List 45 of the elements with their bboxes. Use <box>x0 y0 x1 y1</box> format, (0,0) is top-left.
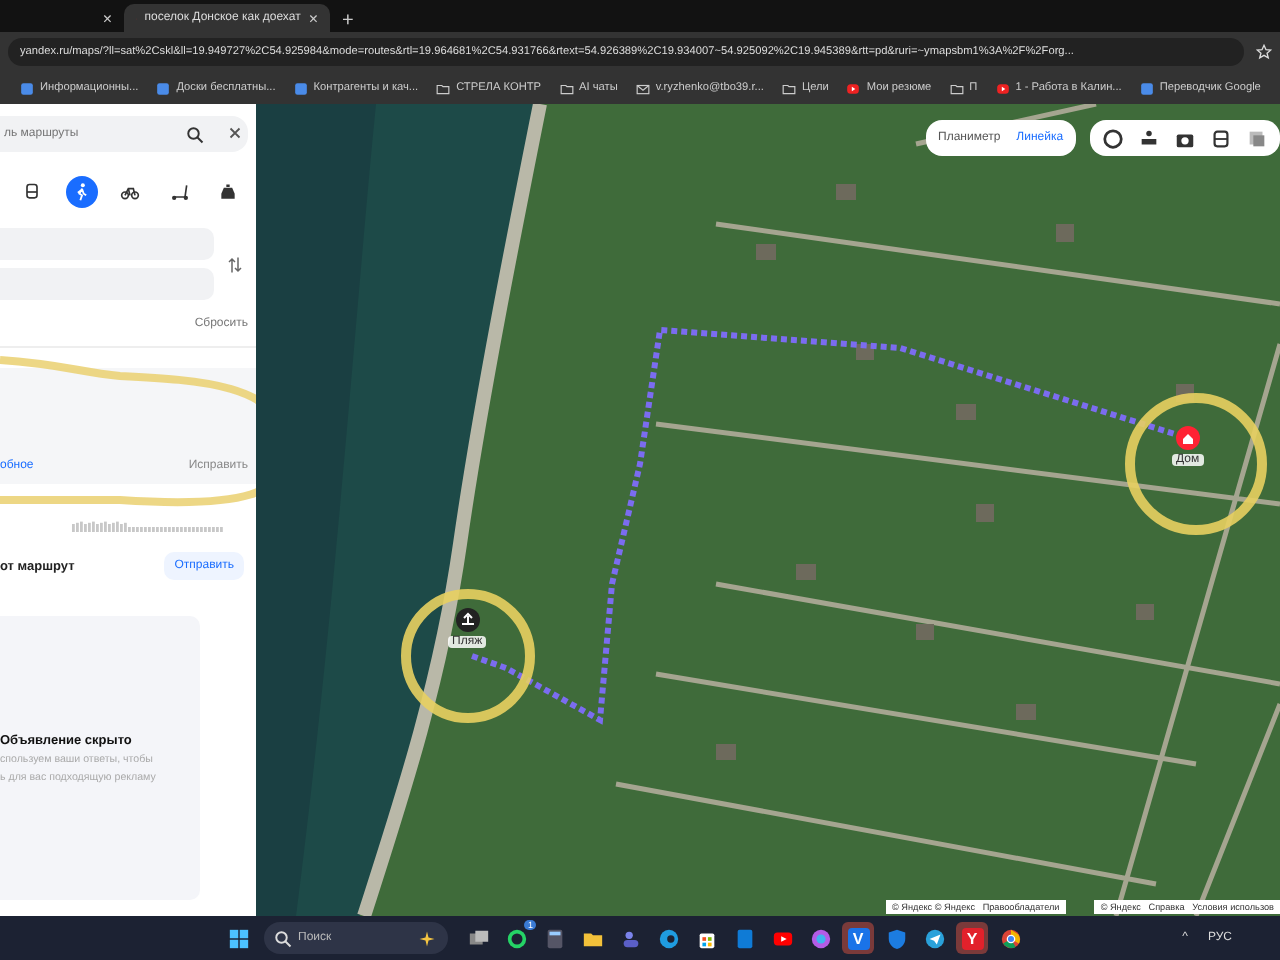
chat-bubble-icon <box>505 927 527 949</box>
people-icon <box>619 927 641 949</box>
square-app-icon <box>733 927 755 949</box>
layers-icon[interactable] <box>1246 127 1268 149</box>
new-tab-button[interactable]: + <box>330 10 366 32</box>
close-icon[interactable] <box>226 124 244 142</box>
page-icon <box>156 81 171 95</box>
house-pin-icon[interactable] <box>1175 426 1200 450</box>
highlight-circle <box>1125 393 1267 535</box>
start-icon[interactable] <box>228 927 250 949</box>
close-icon[interactable]: × <box>308 9 318 27</box>
ring-icon[interactable] <box>1102 127 1124 149</box>
folder-icon <box>436 81 451 95</box>
browser-tab[interactable]: × <box>0 4 124 32</box>
highlight-circle <box>401 589 535 723</box>
umbrella-pin-icon[interactable] <box>455 608 480 632</box>
window-stack-icon <box>467 927 489 949</box>
browser-logo-icon <box>999 927 1021 949</box>
bus-icon[interactable] <box>22 182 42 202</box>
page-icon <box>293 81 308 95</box>
sparkle-icon <box>418 929 436 947</box>
star-icon[interactable] <box>1256 44 1272 60</box>
search-icon[interactable] <box>274 929 292 947</box>
bus-icon[interactable] <box>1210 127 1232 149</box>
play-button-icon <box>846 81 861 95</box>
panorama-icon[interactable] <box>1138 127 1160 149</box>
page-icon <box>20 81 34 95</box>
calculator-icon <box>543 927 565 949</box>
folder-icon <box>949 81 964 95</box>
search-icon[interactable] <box>186 125 204 143</box>
browser-icon <box>657 927 679 949</box>
paper-plane-icon <box>923 927 945 949</box>
envelope-icon <box>635 81 650 95</box>
play-button-icon <box>995 81 1010 95</box>
close-icon[interactable]: × <box>102 9 112 27</box>
folder-icon <box>559 81 574 95</box>
play-button-icon <box>771 927 793 949</box>
scooter-icon[interactable] <box>169 182 189 202</box>
bicycle-icon[interactable] <box>120 182 140 202</box>
swap-arrows-icon[interactable] <box>226 255 244 273</box>
folder-icon <box>781 81 796 95</box>
taskbar-app-button[interactable]: V <box>842 922 874 954</box>
shield-icon <box>885 927 907 949</box>
page-icon <box>1139 81 1154 95</box>
taskbar-app-button[interactable]: Y <box>956 922 988 954</box>
